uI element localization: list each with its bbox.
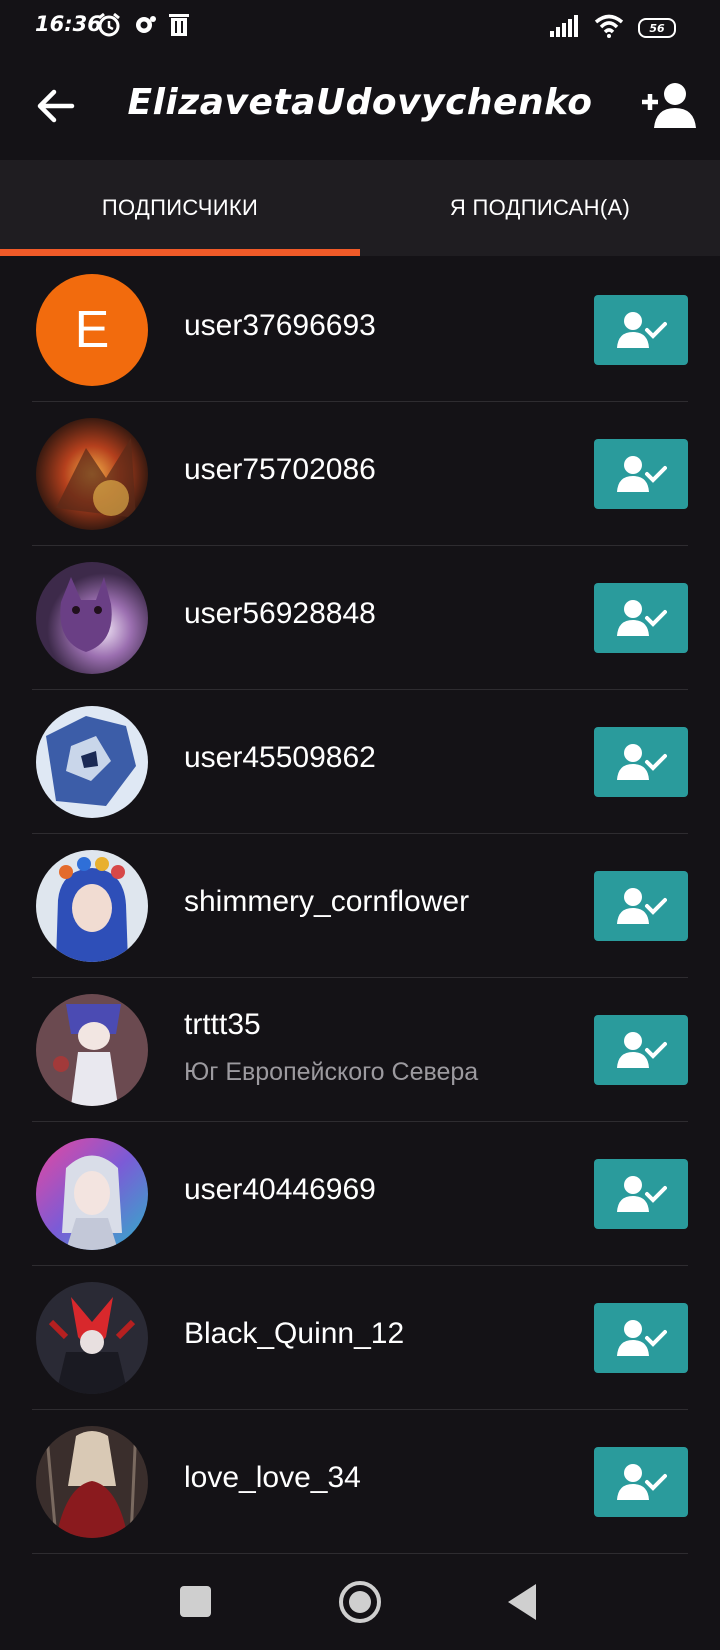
- wifi-icon: [594, 14, 624, 42]
- user-check-icon: [617, 600, 667, 636]
- battery-level: 56: [649, 21, 665, 35]
- followers-list: E user37696693 user75702086 user56928848…: [0, 258, 720, 1554]
- avatar[interactable]: [36, 418, 148, 530]
- username[interactable]: user37696693: [184, 309, 376, 343]
- avatar[interactable]: E: [36, 274, 148, 386]
- list-item[interactable]: shimmery_cornflower: [0, 834, 720, 978]
- system-nav-bar: [0, 1556, 720, 1650]
- avatar[interactable]: [36, 1282, 148, 1394]
- add-user-icon[interactable]: [640, 80, 698, 130]
- following-button[interactable]: [594, 295, 688, 365]
- home-icon[interactable]: [338, 1580, 382, 1624]
- list-item[interactable]: user45509862: [0, 690, 720, 834]
- battery-icon: 56: [638, 18, 676, 38]
- list-item[interactable]: user75702086: [0, 402, 720, 546]
- following-button[interactable]: [594, 439, 688, 509]
- page-title: ElizavetaUdovychenko: [127, 82, 593, 123]
- list-item[interactable]: user56928848: [0, 546, 720, 690]
- following-button[interactable]: [594, 1447, 688, 1517]
- avatar[interactable]: [36, 562, 148, 674]
- following-button[interactable]: [594, 871, 688, 941]
- tab-following[interactable]: Я ПОДПИСАН(А): [360, 160, 720, 256]
- avatar[interactable]: [36, 706, 148, 818]
- following-button[interactable]: [594, 727, 688, 797]
- recent-apps-icon[interactable]: [180, 1586, 211, 1617]
- user-check-icon: [617, 1176, 667, 1212]
- user-location: Юг Европейского Севера: [184, 1058, 479, 1086]
- avatar[interactable]: [36, 1138, 148, 1250]
- status-bar: 16:36 56: [0, 0, 720, 54]
- status-time: 16:36: [35, 12, 102, 36]
- username[interactable]: love_love_34: [184, 1461, 361, 1495]
- user-check-icon: [617, 456, 667, 492]
- list-item[interactable]: love_love_34: [0, 1410, 720, 1554]
- username[interactable]: user75702086: [184, 453, 376, 487]
- username[interactable]: Black_Quinn_12: [184, 1317, 404, 1351]
- user-check-icon: [617, 888, 667, 924]
- username[interactable]: shimmery_cornflower: [184, 885, 469, 919]
- back-icon[interactable]: [504, 1582, 540, 1622]
- active-tab-indicator: [0, 249, 360, 256]
- avatar-letter: E: [74, 301, 110, 359]
- trash-icon: [168, 12, 190, 42]
- tab-followers[interactable]: ПОДПИСЧИКИ: [0, 160, 360, 256]
- list-item[interactable]: Black_Quinn_12: [0, 1266, 720, 1410]
- user-check-icon: [617, 1464, 667, 1500]
- app-header: ElizavetaUdovychenko: [0, 54, 720, 160]
- avatar[interactable]: [36, 850, 148, 962]
- username[interactable]: trttt35: [184, 1008, 261, 1042]
- list-item[interactable]: E user37696693: [0, 258, 720, 402]
- alarm-icon: [96, 12, 122, 42]
- user-check-icon: [617, 1320, 667, 1356]
- user-check-icon: [617, 744, 667, 780]
- signal-icon: [550, 15, 580, 41]
- username[interactable]: user45509862: [184, 741, 376, 775]
- avatar[interactable]: [36, 994, 148, 1106]
- following-button[interactable]: [594, 1303, 688, 1373]
- following-button[interactable]: [594, 583, 688, 653]
- notification-icon: [132, 12, 158, 42]
- following-button[interactable]: [594, 1015, 688, 1085]
- list-item[interactable]: user40446969: [0, 1122, 720, 1266]
- username[interactable]: user40446969: [184, 1173, 376, 1207]
- username[interactable]: user56928848: [184, 597, 376, 631]
- avatar[interactable]: [36, 1426, 148, 1538]
- list-item[interactable]: trttt35 Юг Европейского Севера: [0, 978, 720, 1122]
- user-check-icon: [617, 312, 667, 348]
- tab-bar: ПОДПИСЧИКИ Я ПОДПИСАН(А): [0, 160, 720, 256]
- following-button[interactable]: [594, 1159, 688, 1229]
- user-check-icon: [617, 1032, 667, 1068]
